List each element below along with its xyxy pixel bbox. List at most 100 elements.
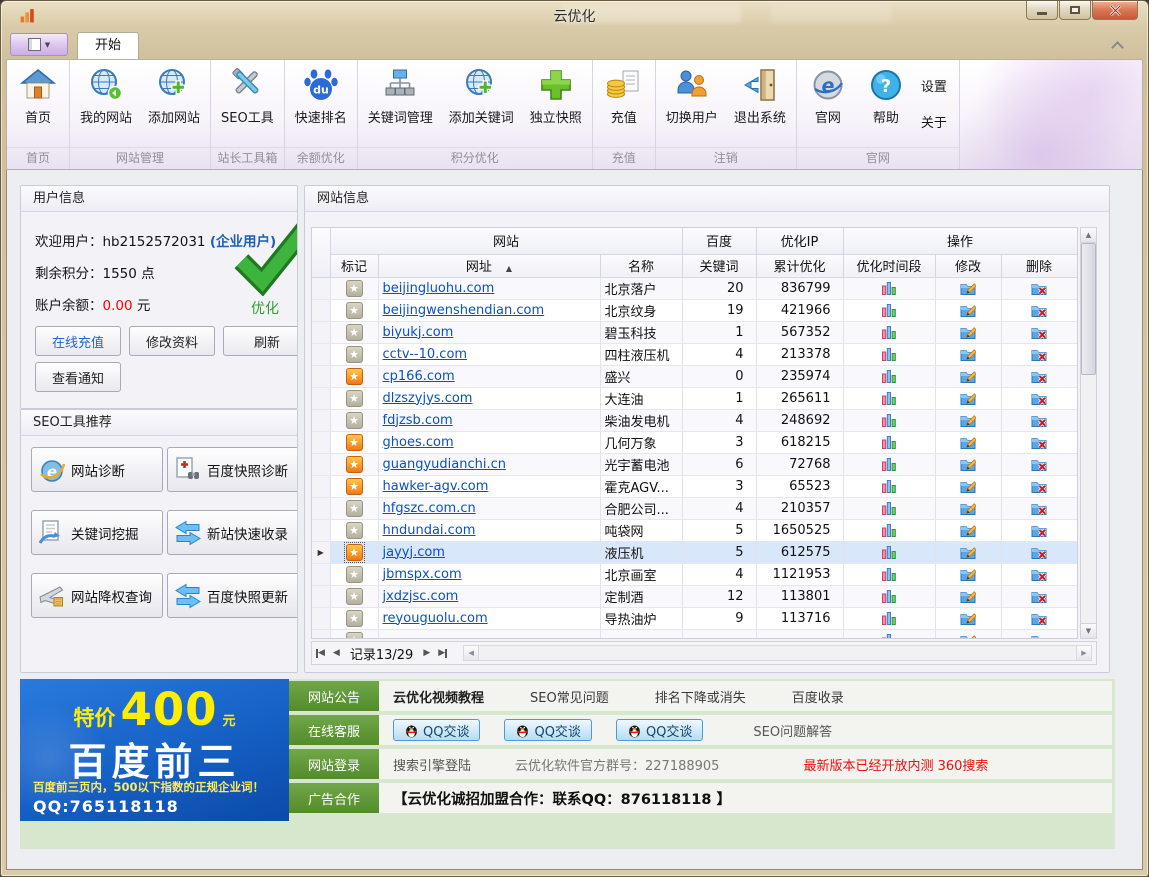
edit-icon[interactable]	[935, 409, 1001, 431]
last-page-button[interactable]: ▶	[434, 648, 451, 658]
table-row[interactable]: ★jbmspx.com北京画室41121953	[312, 563, 1077, 585]
next-page-button[interactable]: ▶	[419, 648, 434, 658]
gold-star-icon[interactable]: ★	[346, 456, 363, 473]
table-row[interactable]: ★ghoes.com几何万象3618215	[312, 431, 1077, 453]
website-url-link[interactable]: hawker-agv.com	[383, 479, 489, 494]
website-url-link[interactable]: jxdzjsc.com	[383, 589, 459, 604]
col-header-name[interactable]: 名称	[600, 254, 682, 277]
ribbon-button-帮助[interactable]: ?帮助	[857, 64, 915, 126]
star-mark-cell[interactable]: ★	[330, 607, 378, 629]
table-row[interactable]: ★cp166.com盛兴0235974	[312, 365, 1077, 387]
col-header-schedule[interactable]: 优化时间段	[843, 254, 935, 277]
service-extra-link[interactable]: SEO问题解答	[753, 721, 832, 740]
table-row[interactable]: ★dlzszyjys.com大连油1265611	[312, 387, 1077, 409]
ad-text[interactable]: 【云优化诚招加盟合作：联系QQ：876118118 】	[393, 788, 731, 809]
group-header-ip[interactable]: 优化IP	[756, 228, 843, 254]
schedule-chart-icon[interactable]	[843, 409, 935, 431]
login-item[interactable]: 搜索引擎登陆	[393, 755, 471, 774]
table-row[interactable]: ★...	[312, 629, 1077, 639]
star-mark-cell[interactable]: ★	[330, 343, 378, 365]
website-url-link[interactable]: jbmspx.com	[383, 567, 462, 582]
scroll-right-arrow[interactable]: ▶	[1076, 646, 1091, 660]
prev-page-button[interactable]: ◀	[329, 648, 344, 658]
star-mark-cell[interactable]: ★	[330, 497, 378, 519]
ribbon-button-首页[interactable]: 首页	[9, 64, 67, 126]
table-row[interactable]: ★cctv--10.com四柱液压机4213378	[312, 343, 1077, 365]
star-mark-cell[interactable]: ★	[330, 475, 378, 497]
edit-icon[interactable]	[935, 475, 1001, 497]
schedule-chart-icon[interactable]	[843, 497, 935, 519]
ribbon-button-关于[interactable]: 关于	[921, 112, 947, 131]
edit-profile-button[interactable]: 修改资料	[129, 326, 215, 356]
star-mark-cell[interactable]: ★	[330, 629, 378, 639]
schedule-chart-icon[interactable]	[843, 475, 935, 497]
star-mark-cell[interactable]: ★	[330, 277, 378, 299]
table-row[interactable]: ★biyukj.com碧玉科技1567352	[312, 321, 1077, 343]
delete-icon[interactable]	[1001, 321, 1077, 343]
website-url-link[interactable]: jayyj.com	[383, 545, 445, 560]
ribbon-button-设置[interactable]: 设置	[921, 76, 947, 95]
edit-icon[interactable]	[935, 321, 1001, 343]
gray-star-icon[interactable]: ★	[346, 610, 363, 627]
tab-start[interactable]: 开始	[77, 32, 139, 59]
online-recharge-button[interactable]: 在线充值	[35, 326, 121, 356]
vertical-scrollbar[interactable]: ▲ ▼	[1080, 227, 1097, 639]
ribbon-collapse-chevron[interactable]	[1111, 41, 1124, 54]
scroll-down-arrow[interactable]: ▼	[1081, 623, 1096, 638]
seo-tool-button-网站诊断[interactable]: e网站诊断	[31, 447, 163, 492]
website-url-link[interactable]: cp166.com	[383, 369, 455, 384]
table-row[interactable]: ★hndundai.com吨袋网51650525	[312, 519, 1077, 541]
delete-icon[interactable]	[1001, 409, 1077, 431]
ribbon-button-SEO工具[interactable]: SEO工具	[213, 64, 282, 126]
group-header-website[interactable]: 网站	[330, 228, 682, 254]
app-menu-button[interactable]: ▼	[10, 33, 68, 56]
edit-icon[interactable]	[935, 299, 1001, 321]
delete-icon[interactable]	[1001, 585, 1077, 607]
gray-star-icon[interactable]: ★	[346, 632, 363, 640]
gold-star-icon[interactable]: ★	[346, 478, 363, 495]
qq-chat-button[interactable]: QQ交谈	[504, 719, 591, 741]
star-mark-cell[interactable]: ★	[330, 585, 378, 607]
edit-icon[interactable]	[935, 365, 1001, 387]
schedule-chart-icon[interactable]	[843, 299, 935, 321]
table-row[interactable]: ★fdjzsb.com柴油发电机4248692	[312, 409, 1077, 431]
star-mark-cell[interactable]: ★	[330, 321, 378, 343]
table-row[interactable]: ★hawker-agv.com霍克AGV...365523	[312, 475, 1077, 497]
ribbon-button-退出系统[interactable]: 退出系统	[726, 64, 794, 126]
schedule-chart-icon[interactable]	[843, 585, 935, 607]
titlebar[interactable]: 云优化	[1, 1, 1148, 29]
table-row[interactable]: ★beijingluohu.com北京落户20836799	[312, 277, 1077, 299]
table-row[interactable]: ★guangyudianchi.cn光宇蓄电池672768	[312, 453, 1077, 475]
star-mark-cell[interactable]: ★	[330, 409, 378, 431]
gold-star-icon[interactable]: ★	[346, 434, 363, 451]
gray-star-icon[interactable]: ★	[346, 500, 363, 517]
schedule-chart-icon[interactable]	[843, 607, 935, 629]
seo-tool-button-网站降权查询[interactable]: 网站降权查询	[31, 573, 163, 618]
schedule-chart-icon[interactable]	[843, 387, 935, 409]
gray-star-icon[interactable]: ★	[346, 522, 363, 539]
website-url-link[interactable]: fdjzsb.com	[383, 413, 453, 428]
login-item[interactable]: 云优化软件官方群号：227188905	[515, 755, 719, 774]
delete-icon[interactable]	[1001, 365, 1077, 387]
edit-icon[interactable]	[935, 585, 1001, 607]
announce-link[interactable]: SEO常见问题	[530, 687, 609, 706]
star-mark-cell[interactable]: ★	[330, 563, 378, 585]
refresh-button[interactable]: 刷新	[223, 326, 298, 356]
website-url-link[interactable]: dlzszyjys.com	[383, 391, 473, 406]
announce-link[interactable]: 云优化视频教程	[393, 687, 484, 706]
edit-icon[interactable]	[935, 629, 1001, 639]
website-url-link[interactable]: biyukj.com	[383, 325, 454, 340]
maximize-button[interactable]	[1059, 1, 1091, 20]
seo-tool-button-关键词挖掘[interactable]: 关键词挖掘	[31, 510, 163, 555]
group-header-actions[interactable]: 操作	[843, 228, 1077, 254]
edit-icon[interactable]	[935, 343, 1001, 365]
delete-icon[interactable]	[1001, 519, 1077, 541]
ribbon-button-我的网站[interactable]: 我的网站	[72, 64, 140, 126]
ribbon-button-官网[interactable]: e官网	[799, 64, 857, 126]
seo-tool-button-新站快速收录[interactable]: 新站快速收录	[167, 510, 298, 555]
star-mark-cell[interactable]: ★	[330, 519, 378, 541]
schedule-chart-icon[interactable]	[843, 321, 935, 343]
table-row[interactable]: ★beijingwenshendian.com北京纹身19421966	[312, 299, 1077, 321]
website-url-link[interactable]: cctv--10.com	[383, 347, 468, 362]
website-url-link[interactable]: beijingwenshendian.com	[383, 303, 545, 318]
